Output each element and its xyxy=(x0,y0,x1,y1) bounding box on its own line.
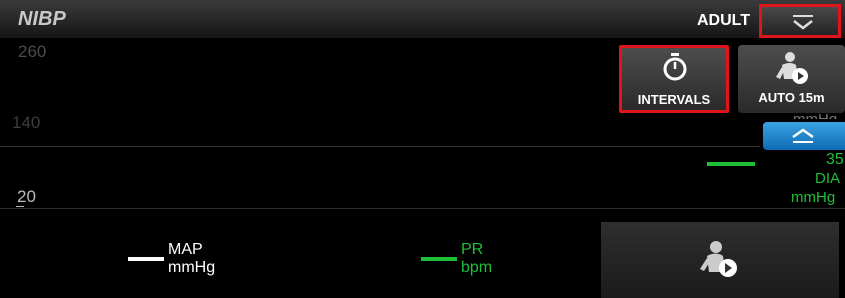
pr-unit: bpm xyxy=(461,259,493,276)
partial-unit: mmHg xyxy=(793,110,837,119)
dia-label: DIA xyxy=(815,170,841,187)
scale-tick xyxy=(16,206,24,207)
pr-dash xyxy=(421,257,457,261)
scale-bottom: 20 xyxy=(17,187,36,206)
auto-button[interactable]: AUTO 15m xyxy=(738,45,845,113)
dia-unit: mmHg xyxy=(791,189,836,206)
map-dash xyxy=(128,257,164,261)
map-unit: mmHg xyxy=(168,259,216,276)
chevron-up-icon xyxy=(792,128,814,143)
dia-value: 35 xyxy=(826,151,844,168)
auto-label: AUTO 15m xyxy=(758,90,825,105)
patient-mode[interactable]: ADULT xyxy=(697,12,750,30)
pr-label: PR xyxy=(461,241,484,258)
intervals-label: INTERVALS xyxy=(637,92,711,107)
scale-mid: 140 xyxy=(12,113,41,132)
expand-up-button[interactable] xyxy=(763,122,845,150)
page-title: NIBP xyxy=(18,8,66,30)
person-play-icon xyxy=(776,52,808,84)
menu-dropdown-button[interactable] xyxy=(759,4,841,38)
chevron-down-icon xyxy=(793,15,813,30)
person-play-icon xyxy=(700,241,737,277)
divider-line xyxy=(0,146,760,147)
stopwatch-icon xyxy=(663,53,687,81)
map-label: MAP xyxy=(168,241,203,258)
start-measurement-button[interactable] xyxy=(601,222,839,298)
scale-top: 260 xyxy=(18,42,47,61)
header-bar: NIBP ADULT xyxy=(0,0,845,38)
intervals-button[interactable]: INTERVALS xyxy=(619,45,729,113)
dia-dash xyxy=(707,162,755,166)
divider-line xyxy=(0,208,845,209)
